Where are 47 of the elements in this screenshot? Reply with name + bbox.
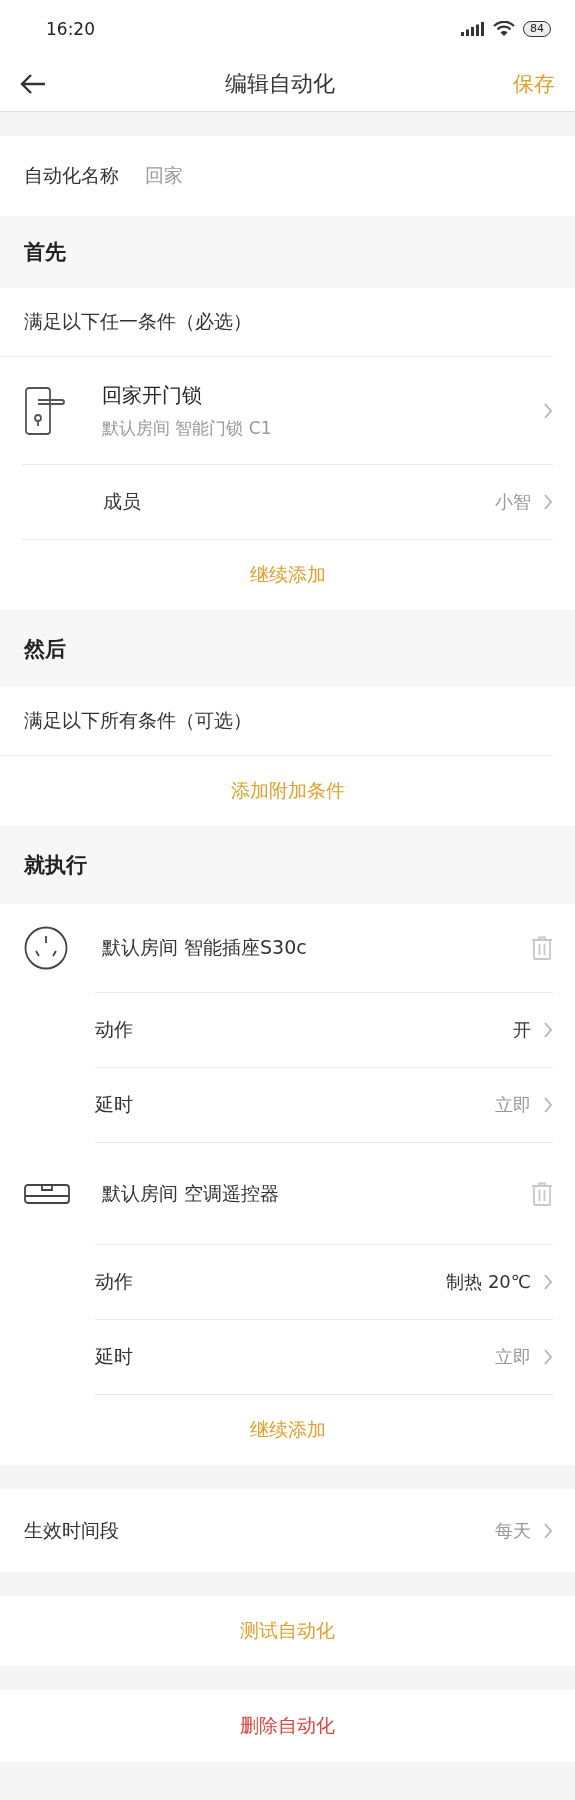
schedule-value[interactable]: 每天 (495, 1518, 531, 1543)
setting-label: 延时 (95, 1344, 134, 1369)
chevron-icon (543, 1021, 553, 1039)
setting-value[interactable]: 制热 20℃ (446, 1270, 531, 1294)
trash-icon[interactable] (531, 1181, 553, 1206)
schedule-label: 生效时间段 (24, 1517, 120, 1543)
trigger-subtitle: 默认房间 智能门锁 C1 (102, 416, 273, 440)
action-device-name[interactable]: 默认房间 智能插座S30c (102, 935, 531, 961)
trash-icon[interactable] (531, 936, 553, 960)
add-action-button[interactable]: 继续添加 (0, 1395, 575, 1465)
chevron-icon (543, 493, 553, 511)
back-arrow-icon[interactable] (20, 73, 46, 95)
condition-hint: 满足以下任一条件（必选） (24, 309, 252, 334)
delete-automation-button[interactable]: 删除自动化 (0, 1690, 575, 1762)
setting-value[interactable]: 开 (513, 1018, 531, 1042)
section-title: 就执行 (24, 852, 87, 879)
save-button[interactable]: 保存 (513, 70, 555, 98)
setting-value[interactable]: 立即 (495, 1345, 531, 1369)
door-lock-icon (24, 385, 66, 436)
section-title: 然后 (24, 635, 66, 663)
status-time: 16:20 (46, 18, 96, 39)
setting-label: 动作 (95, 1269, 134, 1294)
chevron-icon (543, 1348, 553, 1366)
chevron-icon (543, 1096, 553, 1114)
setting-value[interactable]: 立即 (495, 1093, 531, 1117)
wifi-icon (493, 20, 515, 37)
page-title: 编辑自动化 (223, 70, 336, 98)
add-condition-button[interactable]: 继续添加 (0, 540, 575, 610)
chevron-icon (543, 401, 553, 420)
test-automation-button[interactable]: 测试自动化 (0, 1596, 575, 1666)
setting-label: 动作 (95, 1017, 134, 1042)
air-conditioner-icon (24, 1183, 70, 1204)
signal-icon (461, 21, 485, 36)
setting-value[interactable]: 小智 (495, 490, 531, 514)
action-device-name[interactable]: 默认房间 空调遥控器 (102, 1180, 531, 1207)
socket-icon (24, 926, 68, 970)
setting-label: 成员 (103, 489, 142, 514)
setting-label: 延时 (95, 1092, 134, 1117)
section-title: 首先 (24, 239, 66, 266)
name-label: 自动化名称 (24, 163, 119, 188)
name-field[interactable]: 回家 (145, 163, 183, 189)
chevron-icon (543, 1521, 553, 1540)
battery-level: 84 (523, 20, 551, 37)
chevron-icon (543, 1273, 553, 1291)
trigger-title[interactable]: 回家开门锁 (102, 381, 543, 409)
add-extra-condition-button[interactable]: 添加附加条件 (0, 756, 575, 826)
condition-hint: 满足以下所有条件（可选） (24, 708, 252, 733)
